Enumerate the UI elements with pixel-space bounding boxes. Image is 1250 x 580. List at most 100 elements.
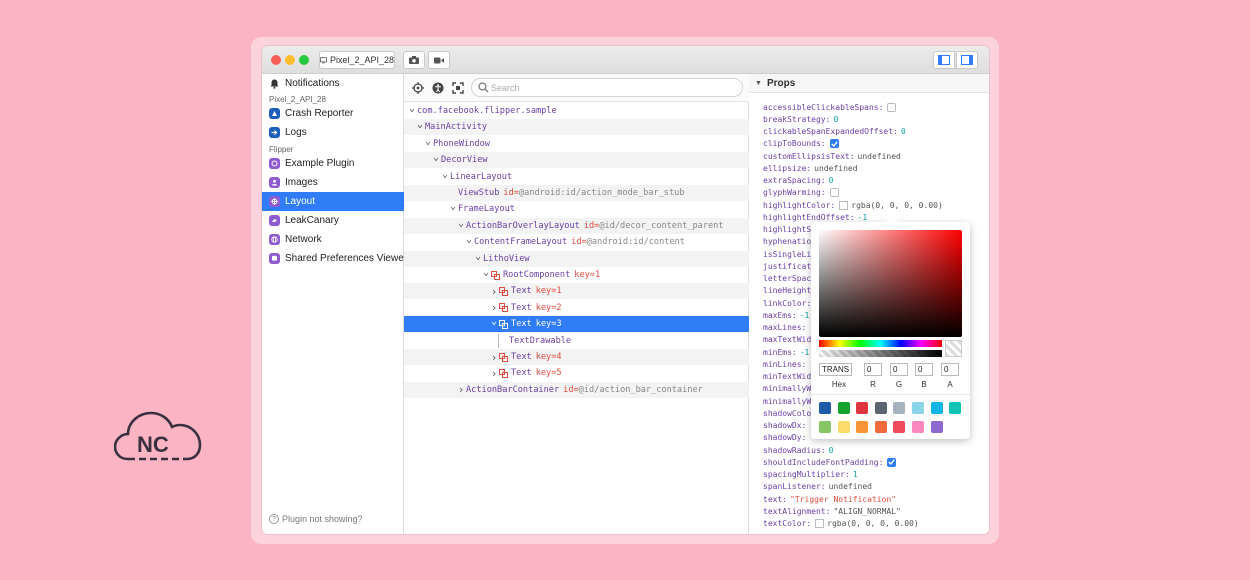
prop-row[interactable]: maxLines: xyxy=(763,322,806,334)
preset-swatch[interactable] xyxy=(912,402,924,414)
fullscreen-icon[interactable] xyxy=(452,82,464,94)
prop-row[interactable]: letterSpac xyxy=(763,273,811,285)
chevron-down-icon[interactable]: ⌄ xyxy=(424,136,432,147)
accessibility-icon[interactable] xyxy=(432,82,444,94)
prop-row[interactable]: ellipsize: undefined xyxy=(763,162,858,174)
preset-swatch[interactable] xyxy=(949,402,962,414)
props-header[interactable]: ▼ Props xyxy=(749,74,989,93)
prop-checkbox[interactable] xyxy=(829,188,839,198)
g-input[interactable] xyxy=(890,363,908,376)
tree-row[interactable]: ViewStub id= @android:id/action_mode_bar_s… xyxy=(404,185,749,201)
a-input[interactable] xyxy=(941,363,959,376)
prop-row[interactable]: shadowRadius: 0 xyxy=(763,444,833,456)
chevron-down-icon[interactable]: ⌄ xyxy=(482,267,490,278)
tree-row[interactable]: ⌄ FrameLayout xyxy=(404,201,749,217)
preset-swatch[interactable] xyxy=(837,421,850,433)
zoom-window-button[interactable] xyxy=(299,55,309,65)
tree-row[interactable]: › Text key= 5 xyxy=(404,365,749,381)
preset-swatch[interactable] xyxy=(893,402,906,414)
chevron-right-icon[interactable]: › xyxy=(490,367,498,380)
search-input[interactable] xyxy=(491,81,736,94)
chevron-right-icon[interactable]: › xyxy=(490,285,498,298)
chevron-down-icon[interactable]: ⌄ xyxy=(432,152,440,163)
record-video-button[interactable] xyxy=(428,51,450,69)
preset-swatch[interactable] xyxy=(856,402,869,414)
prop-row[interactable]: maxTextWid xyxy=(763,334,811,346)
chevron-down-icon[interactable]: ⌄ xyxy=(465,234,473,245)
prop-row[interactable]: minimallyW xyxy=(763,395,811,407)
screenshot-button[interactable] xyxy=(403,51,425,69)
preset-swatch[interactable] xyxy=(893,421,906,433)
prop-row[interactable]: lineHeight xyxy=(763,285,811,297)
tree-row[interactable]: ⌄ DecorView xyxy=(404,152,749,169)
tree-row[interactable]: ⌄ ActionBarOverlayLayout id= @id/decor_cont… xyxy=(404,217,749,234)
chevron-right-icon[interactable]: › xyxy=(490,301,498,314)
color-swatch[interactable] xyxy=(839,200,849,210)
chevron-down-icon[interactable]: ⌄ xyxy=(416,119,424,130)
sidebar-item-example-plugin[interactable]: Example Plugin xyxy=(262,154,404,173)
hue-slider[interactable] xyxy=(819,340,942,347)
sidebar-item-shared-preferences-viewer[interactable]: Shared Preferences Viewer xyxy=(262,249,404,268)
b-input[interactable] xyxy=(915,363,933,376)
prop-row[interactable]: shouldIncludeFontPadding: xyxy=(763,456,897,468)
prop-row[interactable]: customEllipsisText: undefined xyxy=(763,150,901,162)
preset-swatch[interactable] xyxy=(856,421,869,433)
prop-row[interactable]: maxEms: -1 xyxy=(763,309,809,321)
prop-row[interactable]: shadowDy: xyxy=(763,432,806,444)
toggle-right-sidebar-button[interactable] xyxy=(956,51,978,69)
tree-row[interactable]: ⌄ com.facebook.flipper.sample xyxy=(404,103,749,119)
prop-row[interactable]: linkColor: xyxy=(763,297,811,309)
close-window-button[interactable] xyxy=(271,55,281,65)
prop-row[interactable]: shadowColo xyxy=(763,407,811,419)
target-icon[interactable] xyxy=(412,82,424,94)
preset-swatch[interactable] xyxy=(874,421,887,433)
sidebar-item-leakcanary[interactable]: LeakCanary xyxy=(262,211,404,230)
tree-row[interactable]: ⌄ PhoneWindow xyxy=(404,136,749,152)
preset-swatch[interactable] xyxy=(930,402,943,414)
prop-row[interactable]: accessibleClickableSpans: xyxy=(763,101,897,113)
chevron-down-icon[interactable]: ⌄ xyxy=(457,218,465,229)
sidebar-item-layout[interactable]: Layout xyxy=(262,192,404,211)
chevron-down-icon[interactable]: ⌄ xyxy=(441,169,449,180)
prop-row[interactable]: textColor: rgba(0, 0, 0, 0.00) xyxy=(763,518,919,530)
preset-swatch[interactable] xyxy=(819,421,831,433)
preset-swatch[interactable] xyxy=(912,421,924,433)
tree-row[interactable]: › Text key= 2 xyxy=(404,300,749,316)
prop-row[interactable]: shadowDx: xyxy=(763,420,806,432)
prop-row[interactable]: highlightS xyxy=(763,224,811,236)
tree-row[interactable]: ⌄ RootComponent key= 1 xyxy=(404,267,749,283)
prop-row[interactable]: spanListener: undefined xyxy=(763,481,872,493)
tree-row[interactable]: TextDrawable xyxy=(404,333,749,349)
hex-input[interactable] xyxy=(819,363,852,376)
prop-row[interactable]: text: "Trigger Notification" xyxy=(763,493,896,505)
color-swatch[interactable] xyxy=(815,519,825,528)
tree-row[interactable]: ⌄ ContentFrameLayout id= @android:id/conten… xyxy=(404,234,749,250)
tree-row[interactable]: ⌄ Text key= 3 xyxy=(404,316,749,333)
sidebar-item-logs[interactable]: Logs xyxy=(262,123,404,142)
preset-swatch[interactable] xyxy=(819,402,831,414)
plugin-not-showing-link[interactable]: ? Plugin not showing? xyxy=(269,514,363,524)
chevron-down-icon[interactable]: ⌄ xyxy=(408,103,416,114)
prop-checkbox[interactable] xyxy=(887,102,897,112)
prop-row[interactable]: textAlignment: "ALIGN_NORMAL" xyxy=(763,505,901,517)
sidebar-item-crash-reporter[interactable]: Crash Reporter xyxy=(262,104,404,123)
tree-row[interactable]: ⌄ LithoView xyxy=(404,250,749,267)
toggle-left-sidebar-button[interactable] xyxy=(933,51,955,69)
minimize-window-button[interactable] xyxy=(285,55,295,65)
prop-row[interactable]: minimallyW xyxy=(763,383,811,395)
device-selector-button[interactable]: Pixel_2_API_28 xyxy=(319,51,395,69)
prop-row[interactable]: hyphenatio xyxy=(763,236,811,248)
tree-row[interactable]: ⌄ LinearLayout xyxy=(404,169,749,185)
prop-row[interactable]: extraSpacing: 0 xyxy=(763,175,833,187)
chevron-right-icon[interactable]: › xyxy=(490,351,498,364)
tree-row[interactable]: › Text key= 1 xyxy=(404,283,749,300)
prop-row[interactable]: clipToBounds: xyxy=(763,138,839,150)
sidebar-item-images[interactable]: Images xyxy=(262,173,404,192)
sidebar-item-network[interactable]: Network xyxy=(262,230,404,249)
tree-row[interactable]: ⌄ MainActivity xyxy=(404,119,749,136)
prop-row[interactable]: isSingleLi xyxy=(763,248,811,260)
prop-checkbox[interactable] xyxy=(887,457,897,467)
preset-swatch[interactable] xyxy=(837,402,850,414)
sidebar-item-notifications[interactable]: Notifications xyxy=(262,74,404,93)
prop-row[interactable]: justificat xyxy=(763,260,811,272)
